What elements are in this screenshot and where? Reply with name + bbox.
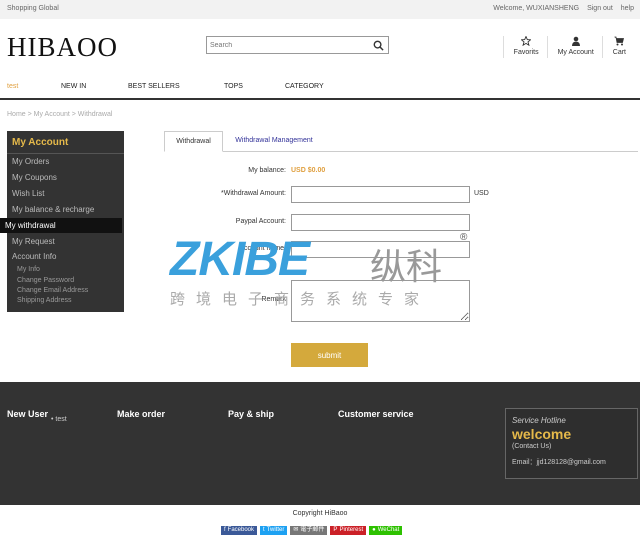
withdrawal-tabs: Withdrawal Withdrawal Management: [164, 131, 638, 152]
sidebar-divider: [7, 153, 124, 154]
service-hotline-box: Service Hotline welcome (Contact Us) Ema…: [505, 408, 638, 479]
help-link[interactable]: help: [621, 5, 634, 12]
balance-label: My balance:: [248, 167, 286, 174]
footer-heading-customer-service: Customer service: [338, 409, 414, 419]
nav-item-best-sellers[interactable]: BEST SELLERS: [128, 83, 180, 90]
facebook-icon: f: [224, 527, 226, 533]
sidebar-subitem-shipping-address[interactable]: Shipping Address: [17, 297, 71, 304]
favorites-label: Favorits: [513, 49, 539, 56]
search-input[interactable]: [210, 39, 370, 51]
sidebar-subitem-change-password[interactable]: Change Password: [17, 277, 74, 284]
share-facebook-label: Facebook: [227, 527, 255, 533]
pinterest-icon: P: [333, 527, 338, 533]
share-pinterest-button[interactable]: P Pinterest: [330, 526, 367, 535]
withdrawal-amount-input[interactable]: [291, 186, 470, 203]
sidebar-item-my-request[interactable]: My Request: [12, 237, 55, 246]
nav-item-new-in[interactable]: NEW IN: [61, 83, 86, 90]
copyright-text: Copyright HiBaoo: [292, 510, 348, 517]
share-wechat-button[interactable]: ● WeChat: [369, 526, 403, 535]
search-box: [206, 36, 389, 54]
top-bar: Shopping Global Welcome, WUXIANSHENG Sig…: [0, 0, 640, 19]
sidebar-item-my-withdrawal-label: My withdrawal: [5, 221, 56, 230]
sidebar-subitem-my-info[interactable]: My Info: [17, 266, 40, 273]
footer-heading-pay-ship: Pay & ship: [228, 409, 275, 419]
share-email-button[interactable]: ✉ 電子郵件: [290, 526, 328, 535]
paypal-account-input[interactable]: [291, 214, 470, 231]
breadcrumb[interactable]: Home > My Account > Withdrawal: [7, 111, 112, 118]
hotline-title: Service Hotline: [512, 416, 566, 425]
email-icon: ✉: [293, 527, 299, 533]
amount-unit: USD: [474, 190, 489, 197]
share-pinterest-label: Pinterest: [339, 527, 364, 533]
sidebar-item-my-orders[interactable]: My Orders: [12, 157, 49, 166]
cart-label: Cart: [612, 49, 626, 56]
header-icons: Favorits My Account Cart: [502, 36, 634, 58]
watermark-subtitle: 跨境电子商务系统专家: [170, 291, 431, 308]
sidebar-item-my-withdrawal[interactable]: My withdrawal: [0, 218, 122, 233]
sidebar-item-my-coupons[interactable]: My Coupons: [12, 173, 57, 182]
my-account-label: My Account: [557, 49, 594, 56]
sidebar-item-account-info[interactable]: Account Info: [12, 252, 56, 261]
sidebar-item-wish-list[interactable]: Wish List: [12, 189, 44, 198]
top-right-links: Welcome, WUXIANSHENG Sign out help: [493, 5, 634, 12]
sidebar-title: My Account: [12, 137, 69, 148]
nav-item-category[interactable]: CATEGORY: [285, 83, 324, 90]
share-buttons: f Facebook t Twitter ✉ 電子郵件 P Pinterest …: [221, 526, 403, 535]
favorites-button[interactable]: Favorits: [502, 36, 547, 58]
shopping-global-link[interactable]: Shopping Global: [7, 5, 59, 12]
star-icon: [521, 36, 532, 46]
my-account-button[interactable]: My Account: [546, 36, 602, 58]
hotline-welcome: welcome: [512, 426, 572, 442]
contact-us-link[interactable]: (Contact Us): [512, 443, 551, 450]
main-nav: test NEW IN BEST SELLERS TOPS CATEGORY: [0, 82, 640, 100]
nav-item-tops[interactable]: TOPS: [224, 83, 243, 90]
share-twitter-label: Twitter: [266, 527, 285, 533]
sign-out-link[interactable]: Sign out: [587, 5, 613, 12]
user-icon: [571, 36, 580, 46]
balance-value: USD $0.00: [291, 167, 326, 174]
share-email-label: 電子郵件: [300, 527, 325, 533]
withdrawal-amount-label: *Withdrawal Amount:: [221, 190, 286, 197]
paypal-account-label: Paypal Account:: [235, 218, 286, 225]
hotline-email: Email：jjd128128@gmail.com: [512, 459, 606, 466]
submit-button[interactable]: submit: [291, 343, 368, 367]
footer-heading-make-order: Make order: [117, 409, 166, 419]
footer-link-test[interactable]: • test: [51, 416, 67, 423]
footer-heading-new-user: New User: [7, 409, 49, 419]
search-icon[interactable]: [373, 40, 384, 51]
site-logo[interactable]: HIBAOO: [7, 32, 118, 63]
share-wechat-label: WeChat: [377, 527, 400, 533]
site-footer: New User • test Make order Pay & ship Cu…: [0, 382, 640, 505]
watermark-chinese-text: 纵科: [370, 246, 443, 287]
zkibe-watermark: ZKIBE 纵科 ® 跨境电子商务系统专家: [170, 232, 475, 312]
twitter-icon: t: [263, 527, 265, 533]
welcome-text: Welcome, WUXIANSHENG: [493, 5, 580, 12]
wechat-icon: ●: [372, 527, 376, 533]
cart-button[interactable]: Cart: [601, 36, 634, 58]
share-twitter-button[interactable]: t Twitter: [260, 526, 288, 535]
nav-item-test[interactable]: test: [7, 83, 18, 90]
tab-withdrawal[interactable]: Withdrawal: [164, 131, 223, 152]
watermark-logo-text: ZKIBE: [170, 233, 310, 286]
sidebar-subitem-change-email[interactable]: Change Email Address: [17, 287, 88, 294]
share-facebook-button[interactable]: f Facebook: [221, 526, 258, 535]
registered-mark: ®: [460, 232, 468, 243]
tab-withdrawal-management[interactable]: Withdrawal Management: [229, 131, 319, 152]
cart-icon: [614, 36, 625, 46]
sidebar-item-balance-recharge[interactable]: My balance & recharge: [12, 205, 94, 214]
